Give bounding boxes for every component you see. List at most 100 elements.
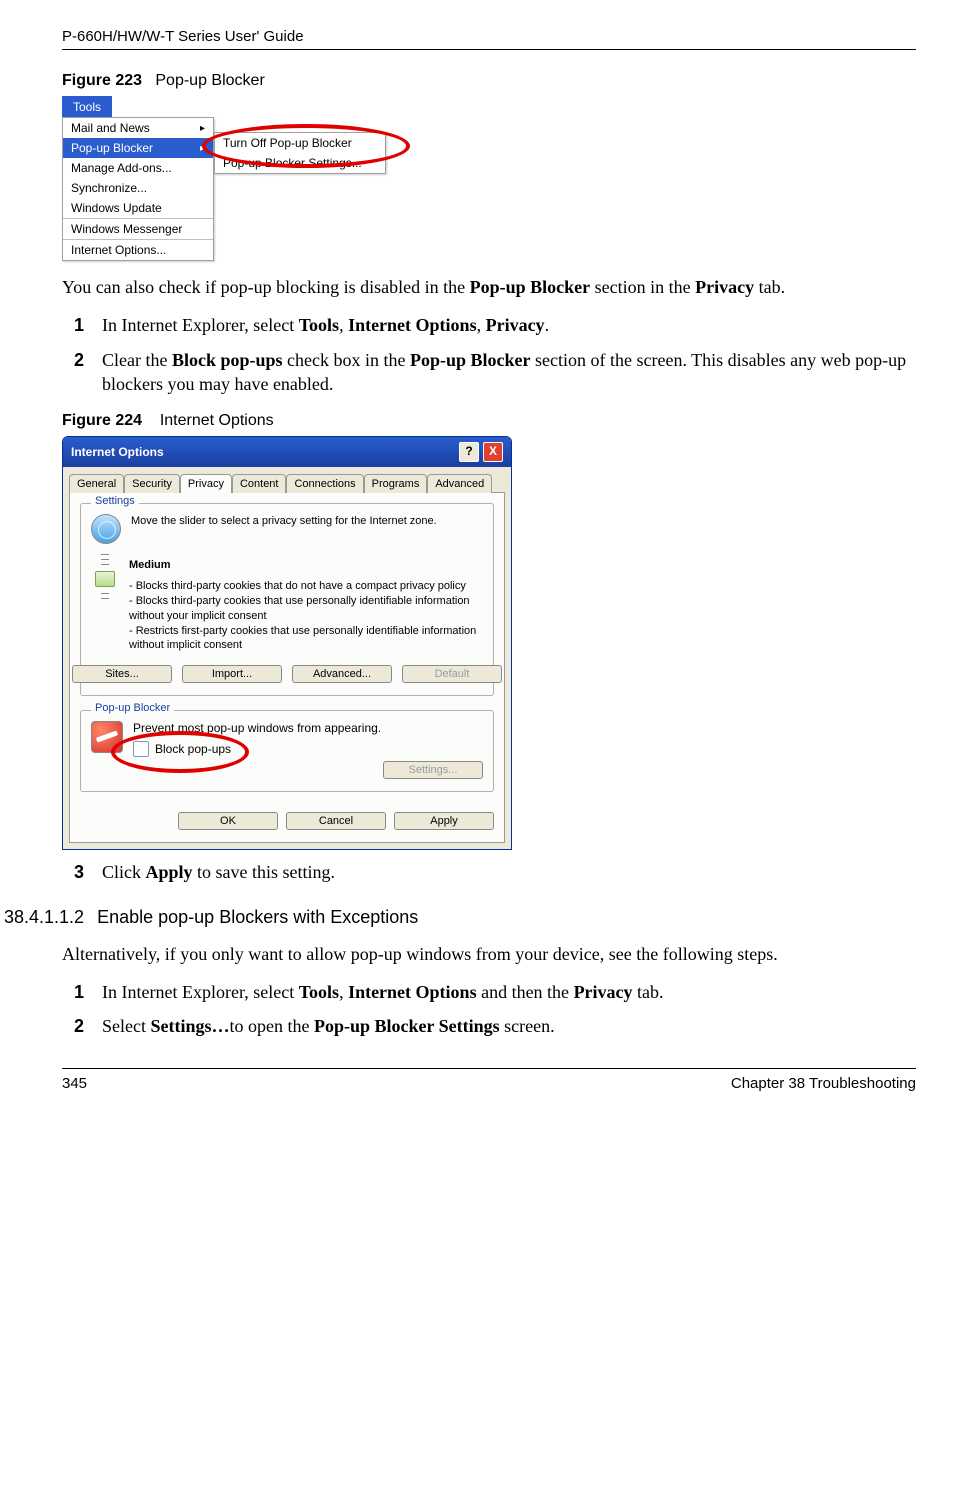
privacy-level: Medium (129, 558, 483, 573)
steps-list-1: 1 In Internet Explorer, select Tools, In… (62, 313, 916, 396)
shield-block-icon (91, 721, 123, 753)
text: to open the (230, 1016, 314, 1036)
fig224-text: Internet Options (160, 412, 274, 429)
fig224-num: Figure 224 (62, 412, 142, 429)
text: Clear the (102, 350, 172, 370)
text-bold: Apply (146, 862, 193, 882)
privacy-slider[interactable] (91, 552, 119, 653)
submenu-turn-off[interactable]: Turn Off Pop-up Blocker (215, 133, 385, 153)
page-number: 345 (62, 1075, 87, 1092)
steps-list-after-fig224: 3 Click Apply to save this setting. (62, 860, 916, 884)
step-number: 1 (74, 313, 84, 337)
menu-label: Windows Messenger (71, 222, 182, 236)
section-title: Enable pop-up Blockers with Exceptions (97, 907, 418, 927)
popup-settings-button[interactable]: Settings... (383, 761, 483, 779)
default-button[interactable]: Default (402, 665, 502, 683)
ok-button[interactable]: OK (178, 812, 278, 830)
sites-button[interactable]: Sites... (72, 665, 172, 683)
text: tab. (633, 982, 664, 1002)
text: Select (102, 1016, 150, 1036)
dialog-button-row: OK Cancel Apply (80, 806, 494, 830)
text-bold: Tools (299, 315, 339, 335)
step-2b: 2 Select Settings…to open the Pop-up Blo… (102, 1014, 916, 1038)
text-bold: Privacy (486, 315, 545, 335)
fig223-graphic: Tools Mail and News ▸ Pop-up Blocker ▸ M… (62, 96, 382, 261)
text: screen. (500, 1016, 555, 1036)
block-popups-label: Block pop-ups (155, 742, 231, 756)
menu-label: Windows Update (71, 201, 162, 215)
advanced-button[interactable]: Advanced... (292, 665, 392, 683)
text: and then the (477, 982, 574, 1002)
menu-windows-update[interactable]: Windows Update (63, 198, 213, 218)
tab-connections[interactable]: Connections (286, 474, 363, 493)
footer: 345 Chapter 38 Troubleshooting (62, 1068, 916, 1092)
tab-general[interactable]: General (69, 474, 124, 493)
dialog-titlebar: Internet Options ? X (63, 437, 511, 467)
tools-tab[interactable]: Tools (62, 96, 112, 117)
step-number: 2 (74, 348, 84, 372)
steps-list-2: 1 In Internet Explorer, select Tools, In… (62, 980, 916, 1039)
text-bold: Privacy (574, 982, 633, 1002)
text: In Internet Explorer, select (102, 315, 299, 335)
globe-icon (91, 514, 121, 544)
text: In Internet Explorer, select (102, 982, 299, 1002)
submenu-settings[interactable]: Pop-up Blocker Settings... (215, 153, 385, 173)
text: section in the (590, 277, 695, 297)
menu-windows-messenger[interactable]: Windows Messenger (63, 218, 213, 239)
tab-advanced[interactable]: Advanced (427, 474, 492, 493)
text-bold: Tools (299, 982, 339, 1002)
import-button[interactable]: Import... (182, 665, 282, 683)
text-bold: Block pop-ups (172, 350, 283, 370)
menu-label: Internet Options... (71, 243, 166, 257)
step-number: 1 (74, 980, 84, 1004)
settings-intro: Move the slider to select a privacy sett… (131, 514, 437, 544)
privacy-bullet: - Blocks third-party cookies that do not… (129, 579, 483, 594)
popup-blocker-group: Pop-up Blocker Prevent most pop-up windo… (80, 710, 494, 792)
submenu-arrow-icon: ▸ (200, 123, 205, 134)
menu-synchronize[interactable]: Synchronize... (63, 178, 213, 198)
section-heading: 38.4.1.1.2 Enable pop-up Blockers with E… (4, 907, 916, 928)
tab-security[interactable]: Security (124, 474, 180, 493)
step-1b: 1 In Internet Explorer, select Tools, In… (102, 980, 916, 1004)
close-button[interactable]: X (483, 442, 503, 462)
text-bold: Pop-up Blocker (410, 350, 531, 370)
block-popups-checkbox[interactable] (133, 741, 149, 757)
menu-label: Synchronize... (71, 181, 147, 195)
menu-internet-options[interactable]: Internet Options... (63, 239, 213, 260)
text-bold: Internet Options (348, 315, 477, 335)
settings-group: Settings Move the slider to select a pri… (80, 503, 494, 696)
internet-options-dialog: Internet Options ? X General Security Pr… (62, 436, 512, 850)
text: Click (102, 862, 146, 882)
tools-menu: Mail and News ▸ Pop-up Blocker ▸ Manage … (62, 117, 214, 261)
tab-programs[interactable]: Programs (364, 474, 428, 493)
menu-label: Pop-up Blocker (71, 141, 153, 155)
tab-privacy[interactable]: Privacy (180, 474, 232, 493)
tab-content[interactable]: Content (232, 474, 287, 493)
menu-popup-blocker[interactable]: Pop-up Blocker ▸ (63, 138, 213, 158)
text-bold: Pop-up Blocker (470, 277, 591, 297)
fig224-caption: Figure 224 Internet Options (62, 412, 916, 430)
fig223-num: Figure 223 (62, 72, 142, 89)
group-title-settings: Settings (91, 495, 139, 507)
text-bold: Settings… (150, 1016, 229, 1036)
text: , (339, 982, 348, 1002)
paragraph-after-fig223: You can also check if pop-up blocking is… (62, 275, 916, 299)
fig223-caption: Figure 223 Pop-up Blocker (62, 72, 916, 90)
dialog-title: Internet Options (71, 445, 164, 459)
step-3: 3 Click Apply to save this setting. (102, 860, 916, 884)
cancel-button[interactable]: Cancel (286, 812, 386, 830)
chapter-label: Chapter 38 Troubleshooting (731, 1075, 916, 1092)
section-number: 38.4.1.1.2 (4, 907, 84, 927)
privacy-bullet: - Restricts first-party cookies that use… (129, 624, 483, 654)
step-number: 3 (74, 860, 84, 884)
slider-thumb-icon[interactable] (95, 571, 115, 587)
apply-button[interactable]: Apply (394, 812, 494, 830)
text-bold: Pop-up Blocker Settings (314, 1016, 500, 1036)
popup-submenu: Turn Off Pop-up Blocker Pop-up Blocker S… (214, 132, 386, 174)
fig223-text: Pop-up Blocker (155, 72, 264, 89)
help-button[interactable]: ? (459, 442, 479, 462)
menu-mail-and-news[interactable]: Mail and News ▸ (63, 118, 213, 138)
step-2: 2 Clear the Block pop-ups check box in t… (102, 348, 916, 397)
menu-manage-addons[interactable]: Manage Add-ons... (63, 158, 213, 178)
text: tab. (754, 277, 785, 297)
